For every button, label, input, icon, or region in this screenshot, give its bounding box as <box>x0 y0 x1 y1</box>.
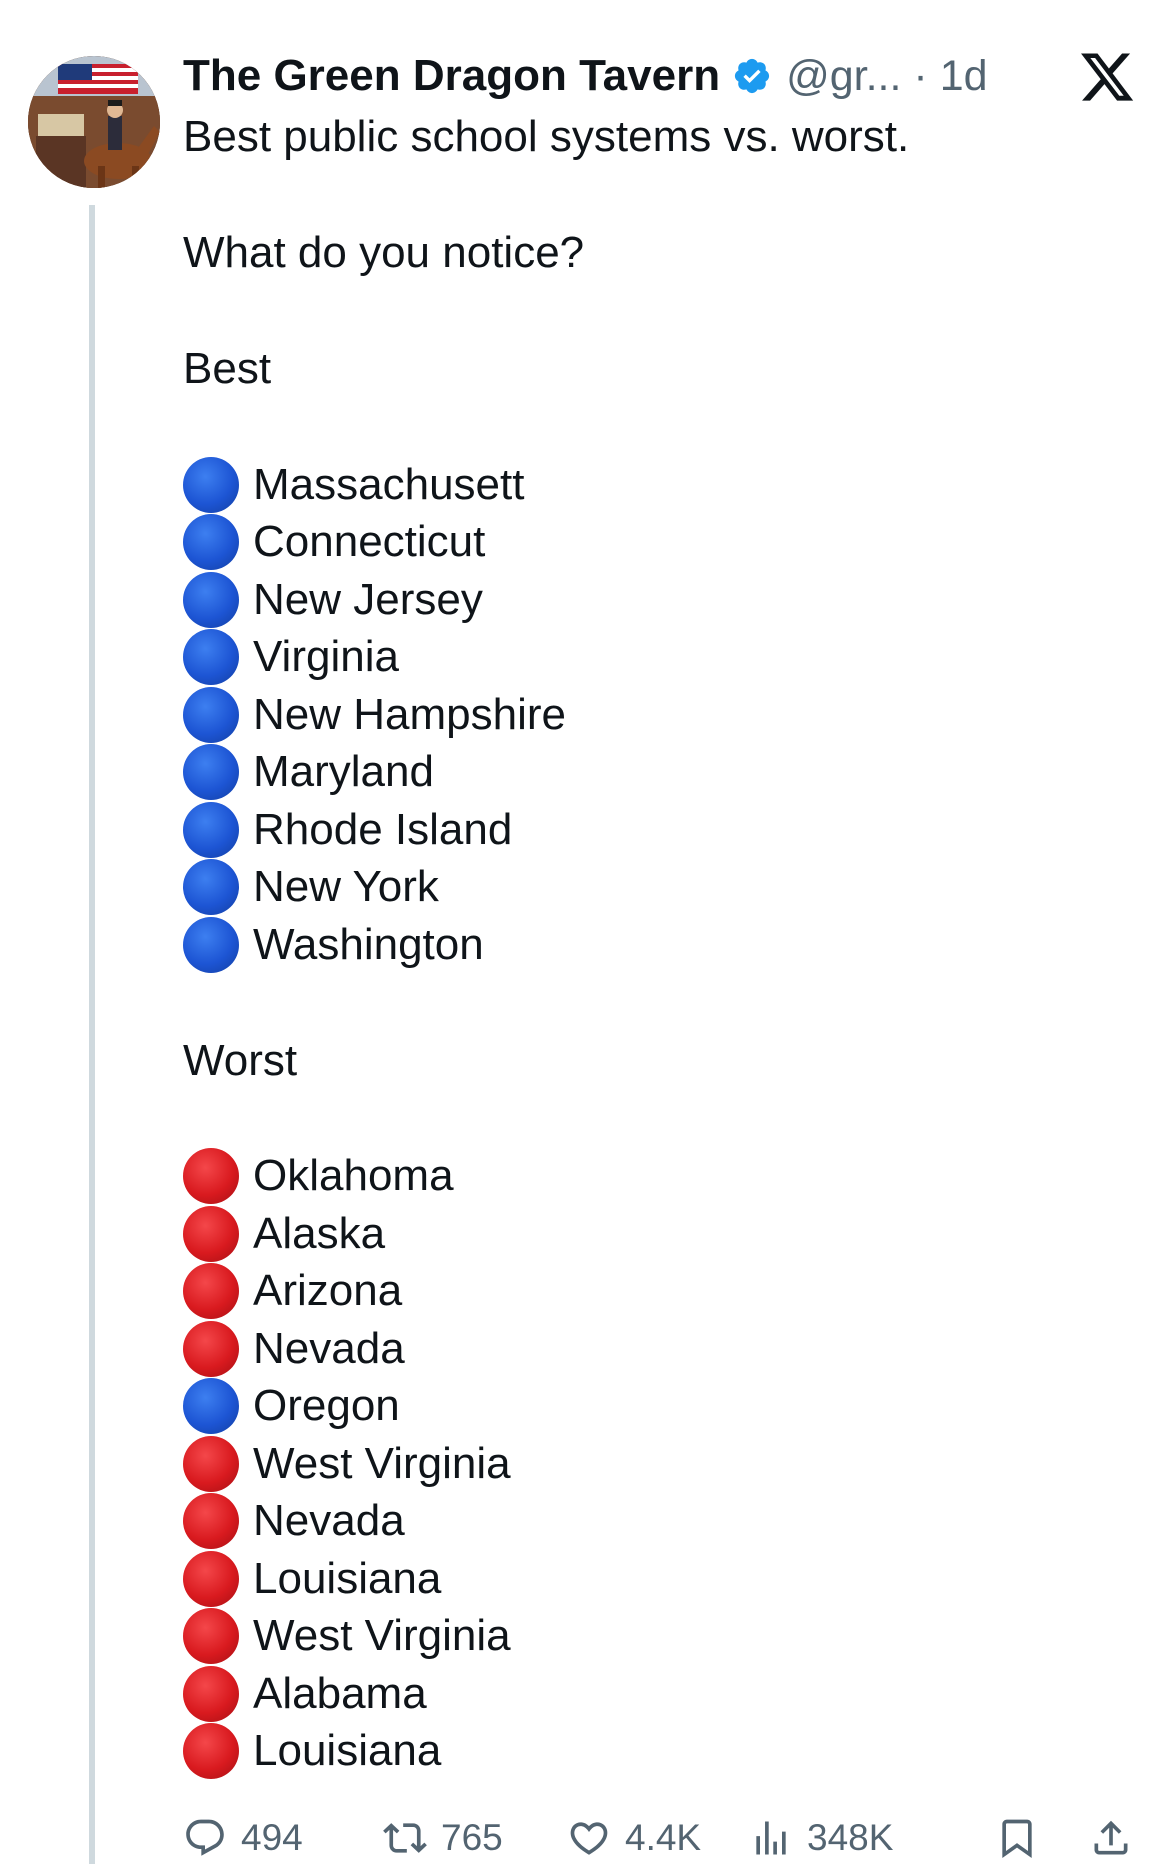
red-circle-icon <box>183 1320 239 1377</box>
best-list: Massachusett Connecticut New Jersey Virg… <box>183 456 1063 974</box>
reply-icon <box>186 1819 224 1856</box>
blue-circle-icon <box>183 571 239 628</box>
list-item: New Jersey <box>183 571 1063 629</box>
reply-count: 494 <box>241 1817 303 1858</box>
list-item: Nevada <box>183 1493 1063 1551</box>
heart-icon <box>570 1822 608 1855</box>
list-item: Oklahoma <box>183 1148 1063 1206</box>
red-circle-icon <box>183 1205 239 1262</box>
blue-circle-icon <box>183 859 239 916</box>
verified-badge-icon <box>732 56 772 96</box>
red-circle-icon <box>183 1263 239 1320</box>
blue-circle-icon <box>183 686 239 743</box>
list-item: Alabama <box>183 1665 1063 1723</box>
list-item: Arizona <box>183 1263 1063 1321</box>
worst-heading: Worst <box>183 1035 298 1085</box>
bookmark-button[interactable] <box>995 1808 1053 1868</box>
list-item: Oregon <box>183 1378 1063 1436</box>
red-circle-icon <box>183 1665 239 1722</box>
list-item: Massachusett <box>183 456 1063 514</box>
blue-circle-icon <box>183 916 239 973</box>
author-name[interactable]: The Green Dragon Tavern <box>183 51 720 101</box>
share-button[interactable] <box>1089 1808 1147 1868</box>
blue-circle-icon <box>183 629 239 686</box>
list-item: New Hampshire <box>183 686 1063 744</box>
blue-circle-icon <box>183 456 239 513</box>
bookmark-icon <box>1002 1819 1032 1859</box>
views-count: 348K <box>807 1817 894 1858</box>
avatar-image <box>28 56 160 188</box>
repost-button[interactable]: 765 <box>383 1808 503 1868</box>
list-item: Connecticut <box>183 514 1063 572</box>
post-text: Best public school systems vs. worst. Wh… <box>183 108 1063 1780</box>
red-circle-icon <box>183 1435 239 1492</box>
reply-button[interactable]: 494 <box>183 1808 303 1868</box>
list-item: West Virginia <box>183 1608 1063 1666</box>
repost-count: 765 <box>441 1817 503 1858</box>
list-item: Louisiana <box>183 1550 1063 1608</box>
post-text-line: Best public school systems vs. worst. <box>183 112 910 161</box>
author-handle[interactable]: @gr... · 1d <box>786 52 987 101</box>
list-item: Rhode Island <box>183 801 1063 859</box>
share-icon <box>1094 1820 1128 1855</box>
repost-icon <box>383 1823 427 1853</box>
post-action-bar: 494 765 4.4K 348K <box>183 1808 1143 1868</box>
post-time: 1d <box>939 51 988 100</box>
red-circle-icon <box>183 1608 239 1665</box>
list-item: Maryland <box>183 744 1063 802</box>
x-logo-icon <box>1078 48 1136 106</box>
list-item: Nevada <box>183 1320 1063 1378</box>
worst-list: Oklahoma Alaska Arizona Nevada Oregon We… <box>183 1148 1063 1781</box>
blue-circle-icon <box>183 514 239 571</box>
blue-circle-icon <box>183 1378 239 1435</box>
post-header: The Green Dragon Tavern @gr... · 1d <box>183 46 988 106</box>
blue-circle-icon <box>183 744 239 801</box>
like-button[interactable]: 4.4K <box>567 1808 701 1868</box>
list-item: Virginia <box>183 629 1063 687</box>
list-item: Alaska <box>183 1205 1063 1263</box>
red-circle-icon <box>183 1550 239 1607</box>
like-count: 4.4K <box>625 1817 702 1858</box>
list-item: Washington <box>183 916 1063 974</box>
red-circle-icon <box>183 1493 239 1550</box>
blue-circle-icon <box>183 801 239 858</box>
thread-line <box>89 205 95 1864</box>
best-heading: Best <box>183 344 272 393</box>
views-chart-icon <box>756 1821 786 1855</box>
list-item: New York <box>183 859 1063 917</box>
views-button[interactable]: 348K <box>749 1808 893 1868</box>
list-item: West Virginia <box>183 1435 1063 1493</box>
red-circle-icon <box>183 1723 239 1780</box>
author-avatar[interactable] <box>28 56 160 188</box>
post-text-line: What do you notice? <box>183 228 585 277</box>
red-circle-icon <box>183 1148 239 1205</box>
list-item: Louisiana <box>183 1723 1063 1781</box>
